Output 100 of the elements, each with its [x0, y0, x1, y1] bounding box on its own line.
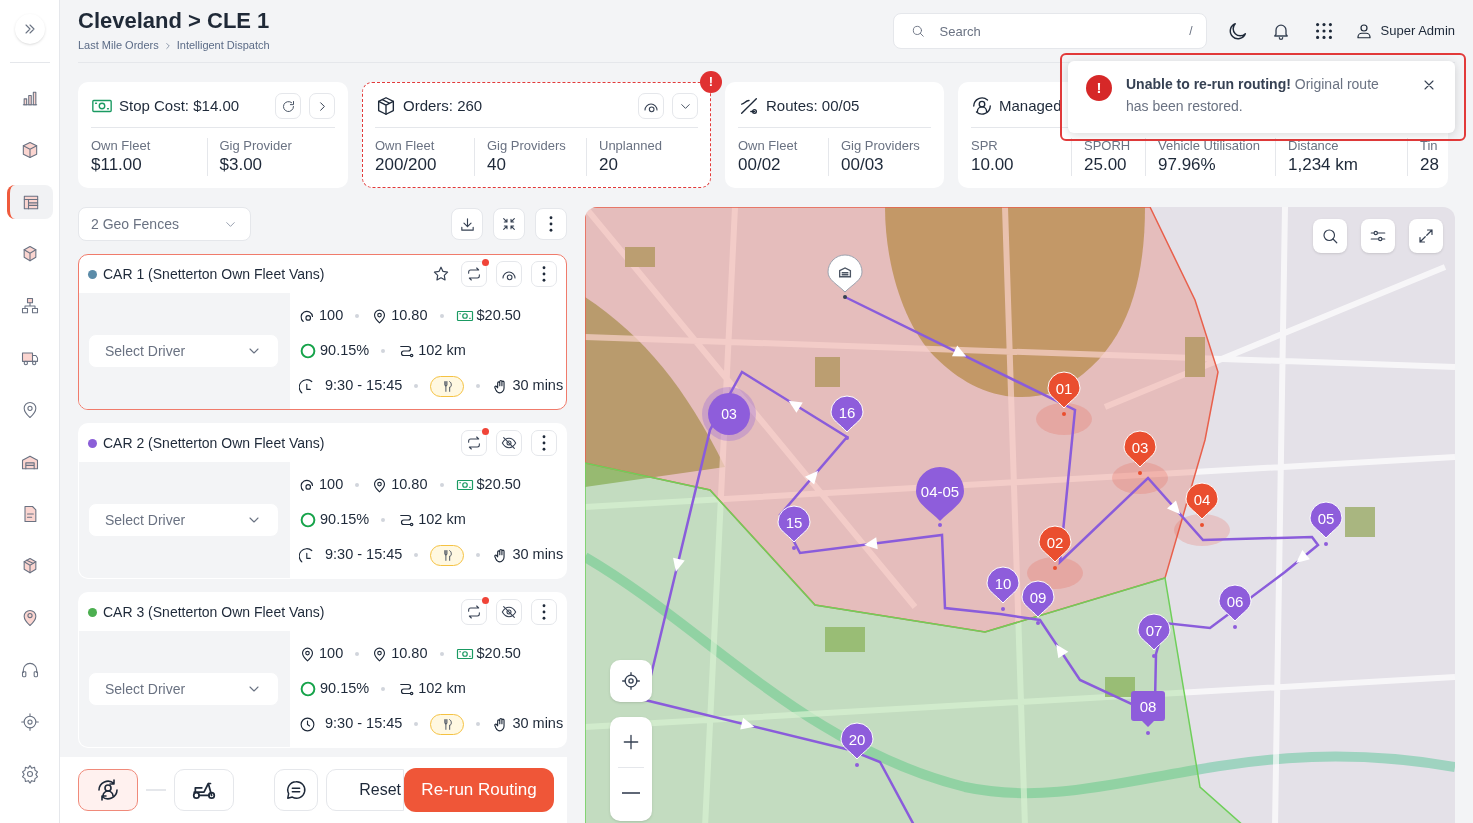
map-filter-button[interactable] [1361, 219, 1395, 253]
vehicle-card[interactable]: CAR 3 (Snetterton Own Fleet Vans) Select Driver 100 10.80 $20.50 90.15% 102 km 9:30 - 15:45 30 mins [78, 592, 567, 748]
kebab-icon [542, 435, 546, 451]
utilisation-ring-icon [299, 342, 317, 360]
metric-label: Gig Providers [841, 138, 921, 154]
metric-value: 1,234 km [1288, 154, 1359, 176]
more-button[interactable] [531, 430, 557, 456]
metric-value: 25.00 [1084, 154, 1128, 176]
metric-label: SPORH [1084, 138, 1132, 154]
vehicle-name: CAR 1 (Snetterton Own Fleet Vans) [103, 264, 325, 284]
cluster-marker[interactable]: 03 [701, 386, 757, 442]
stat-value: 10.80 [391, 475, 428, 495]
stat-value: $20.50 [476, 475, 521, 495]
driver-select[interactable]: Select Driver [88, 672, 279, 706]
shortcut-hint: / [1189, 23, 1193, 40]
breadcrumb-link[interactable]: Intelligent Dispatch [176, 37, 270, 54]
target-icon [621, 671, 641, 691]
driver-select[interactable]: Select Driver [88, 503, 279, 537]
metric-label: Own Fleet [91, 138, 152, 154]
location-icon [299, 645, 316, 663]
sidebar-item[interactable] [6, 185, 53, 219]
locate-button[interactable] [610, 660, 652, 702]
settings-icon [19, 764, 40, 784]
reroute-button[interactable] [461, 430, 487, 456]
card-title: Managed [999, 95, 1062, 116]
user-icon [1354, 22, 1373, 40]
target-icon [19, 712, 40, 732]
metric-label: SPR [971, 138, 999, 154]
stat-value: 100 [319, 644, 344, 664]
metric-value: 40 [487, 154, 507, 176]
clock-icon [299, 715, 316, 733]
repeat-icon [466, 604, 482, 620]
stat-value: 30 mins [512, 545, 564, 565]
vehicle-card[interactable]: CAR 1 (Snetterton Own Fleet Vans) Select Driver 100 10.80 $20.50 90.15% 102 km 9:30 - 15:45 30 mins [78, 254, 567, 410]
chat-button[interactable] [274, 769, 318, 811]
rerun-routing-button[interactable]: Re-run Routing [404, 768, 554, 812]
metric-value: 200/200 [375, 154, 438, 176]
more-button[interactable] [531, 599, 557, 625]
more-button[interactable] [531, 261, 557, 287]
driver-swap-button[interactable] [78, 769, 138, 811]
stat-value: 90.15% [320, 679, 370, 699]
metric-label: Own Fleet [738, 138, 799, 154]
more-button[interactable] [535, 208, 567, 240]
kebab-icon [542, 266, 546, 282]
repeat-icon [466, 435, 482, 451]
fullscreen-button[interactable] [1409, 219, 1443, 253]
geofence-dropdown[interactable]: 2 Geo Fences [78, 207, 251, 241]
refresh-icon [280, 98, 296, 114]
visibility-button[interactable] [496, 430, 522, 456]
stat-value: 9:30 - 15:45 [325, 376, 403, 396]
vehicle-card[interactable]: CAR 2 (Snetterton Own Fleet Vans) Select Driver 100 10.80 $20.50 90.15% 102 km 9:30 - 15:45 30 mins [78, 423, 567, 579]
driver-select[interactable]: Select Driver [88, 334, 279, 368]
metric-label: Gig Provider [219, 138, 293, 154]
user-menu[interactable]: Super Admin [1354, 21, 1455, 41]
stat-value: 100 [319, 306, 344, 326]
visibility-button[interactable] [496, 261, 522, 287]
map-search-button[interactable] [1313, 219, 1347, 253]
driver-swap-icon [96, 778, 120, 802]
visibility-button[interactable] [496, 599, 522, 625]
download-button[interactable] [451, 208, 483, 240]
scooter-button[interactable] [174, 769, 234, 811]
metric-value: 20 [599, 154, 619, 176]
metric-value: 00/02 [738, 154, 782, 176]
card-title: Stop Cost: $14.00 [119, 95, 240, 116]
download-icon [458, 215, 476, 233]
collapse-icon [501, 216, 517, 232]
reroute-button[interactable] [461, 599, 487, 625]
chat-icon [285, 779, 307, 801]
metric-value: $11.00 [91, 154, 143, 176]
collapse-button[interactable] [493, 208, 525, 240]
stat-value: 102 km [418, 341, 466, 361]
view-button[interactable] [638, 93, 664, 119]
metric-value: 10.00 [971, 154, 1015, 176]
search-icon [910, 24, 925, 38]
vehicle-name: CAR 3 (Snetterton Own Fleet Vans) [103, 602, 325, 622]
star-icon [432, 265, 450, 283]
plus-icon [621, 732, 641, 752]
refresh-button[interactable] [275, 93, 301, 119]
depot-marker[interactable] [826, 254, 864, 300]
expand-icon [1417, 227, 1435, 245]
eye-off-icon [501, 604, 517, 620]
card-title: Orders: 260 [403, 95, 483, 116]
sitemap-icon [19, 296, 40, 316]
headset-icon [19, 660, 40, 680]
breadcrumb-link[interactable]: Last Mile Orders [78, 37, 159, 54]
metric-label: Tin [1420, 138, 1437, 154]
reroute-button[interactable] [461, 261, 487, 287]
stat-value: 90.15% [320, 510, 370, 530]
kebab-icon [542, 604, 546, 620]
metric-label: Gig Providers [487, 138, 567, 154]
driver-swap-icon [971, 95, 993, 117]
route-icon [738, 95, 760, 117]
metric-value: 28 [1420, 154, 1437, 176]
stat-value: 102 km [418, 679, 466, 699]
stat-value: 10.80 [391, 644, 428, 664]
alert-badge: ! [700, 71, 722, 93]
reset-button[interactable]: Reset [326, 769, 404, 811]
stat-value: 9:30 - 15:45 [325, 714, 403, 734]
vehicle-name: CAR 2 (Snetterton Own Fleet Vans) [103, 433, 325, 453]
minus-icon [622, 792, 640, 794]
